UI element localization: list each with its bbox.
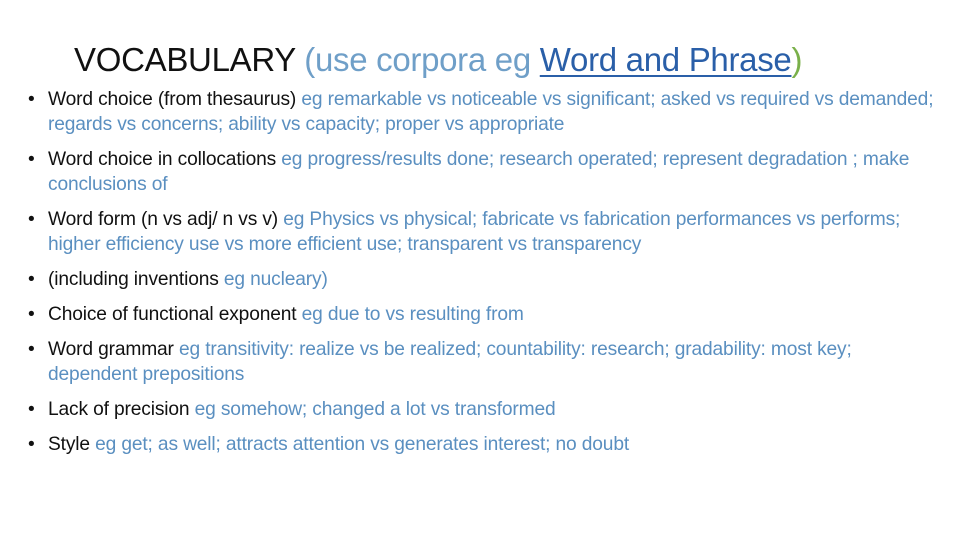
bullet-list: • Word choice (from thesaurus) eg remark… [26, 87, 946, 467]
bullet-dot-icon: • [28, 434, 35, 455]
bullet-word-grammar: • Word grammar eg transitivity: realize … [26, 337, 946, 387]
bullet-dot-icon: • [28, 209, 35, 230]
bullet-dot-icon: • [28, 89, 35, 110]
bullet-examples: eg due to vs resulting from [301, 304, 524, 325]
bullet-topic: Word form (n vs adj/ n vs v) [48, 209, 279, 230]
bullet-style: • Style eg get; as well; attracts attent… [26, 432, 946, 457]
bullet-dot-icon: • [28, 399, 35, 420]
bullet-topic: Word choice in collocations [48, 149, 277, 170]
bullet-functional-exponent: • Choice of functional exponent eg due t… [26, 302, 946, 327]
bullet-dot-icon: • [28, 339, 35, 360]
bullet-topic: Choice of functional exponent [48, 304, 297, 325]
title-aside-prefix: (use corpora eg [304, 41, 540, 78]
word-and-phrase-link[interactable]: Word and Phrase [540, 41, 792, 78]
bullet-topic: (including inventions [48, 269, 219, 290]
bullet-topic: Style [48, 434, 90, 455]
bullet-topic: Lack of precision [48, 399, 190, 420]
bullet-lack-of-precision: • Lack of precision eg somehow; changed … [26, 397, 946, 422]
bullet-dot-icon: • [28, 304, 35, 325]
bullet-dot-icon: • [28, 269, 35, 290]
title-main: VOCABULARY [74, 41, 296, 78]
bullet-topic: Word choice (from thesaurus) [48, 89, 297, 110]
slide-title: VOCABULARY (use corpora eg Word and Phra… [74, 38, 802, 82]
bullet-inventions: • (including inventions eg nucleary) [26, 267, 946, 292]
bullet-examples: eg somehow; changed a lot vs transformed [194, 399, 556, 420]
bullet-dot-icon: • [28, 149, 35, 170]
bullet-word-choice-thesaurus: • Word choice (from thesaurus) eg remark… [26, 87, 946, 137]
title-aside-suffix: ) [791, 41, 803, 78]
bullet-examples: eg nucleary) [223, 269, 328, 290]
bullet-topic: Word grammar [48, 339, 174, 360]
bullet-word-choice-collocations: • Word choice in collocations eg progres… [26, 147, 946, 197]
bullet-examples: eg get; as well; attracts attention vs g… [95, 434, 630, 455]
bullet-word-form: • Word form (n vs adj/ n vs v) eg Physic… [26, 207, 946, 257]
